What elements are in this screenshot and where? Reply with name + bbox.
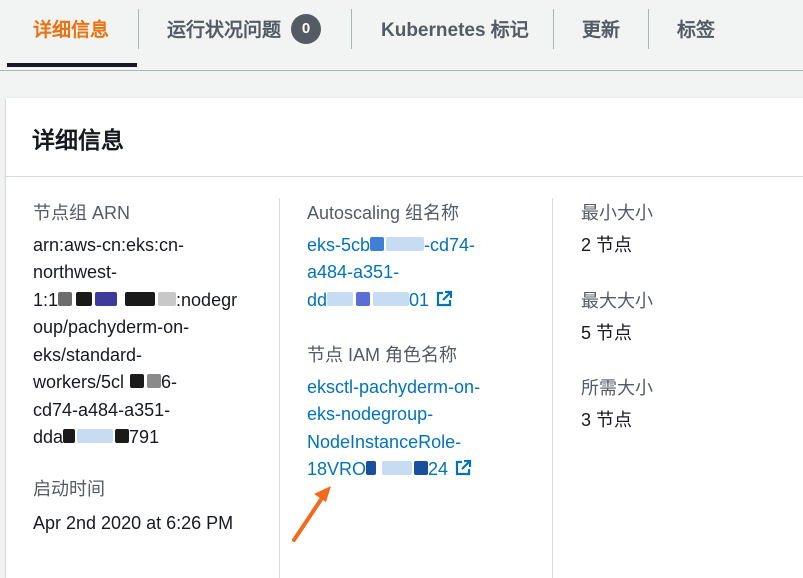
node-iam-role-link[interactable]: eksctl-pachyderm-on- eks-nodegroup- Node… [307, 374, 547, 484]
tab-divider [648, 9, 649, 49]
redaction-mark [356, 291, 371, 306]
tab-updates[interactable]: 更新 [582, 0, 620, 57]
redaction-mark [386, 236, 425, 251]
arn-line: oup/pachyderm-on- [33, 317, 190, 337]
desired-size-label: 所需大小 [581, 378, 653, 398]
tab-divider [351, 9, 352, 49]
arn-segment: dda [33, 427, 64, 447]
asg-segment: 01 [409, 289, 430, 310]
arn-line: cd74-a484-a351- [33, 399, 171, 420]
min-size-field: 最小大小 2 节点 [581, 200, 781, 259]
arn-segment: 1:1 [33, 289, 59, 310]
redaction-mark [77, 429, 114, 443]
tab-divider [138, 9, 139, 49]
tab-divider [553, 9, 554, 49]
autoscaling-group-field: Autoscaling 组名称 eks-5cb -cd74- a484-a351-… [307, 200, 537, 314]
autoscaling-group-link[interactable]: eks-5cb -cd74- a484-a351- dd 01 [307, 232, 537, 315]
asg-segment: -cd74- [424, 234, 476, 255]
column-divider [279, 198, 280, 578]
redaction-mark [158, 291, 177, 306]
redaction-mark [373, 291, 410, 306]
tab-kubernetes-labels-label: Kubernetes 标记 [381, 20, 529, 41]
arn-line: eks/standard- [33, 344, 143, 365]
card-header: 详细信息 [6, 98, 803, 177]
nodegroup-arn-value: arn:aws-cn:eks:cn- northwest- 1:1 :nodegr… [33, 232, 263, 452]
redaction-mark [327, 291, 354, 306]
role-line: NodeInstanceRole- [307, 431, 462, 452]
redaction-mark [95, 291, 118, 306]
redaction-mark [370, 236, 385, 251]
arn-line: northwest- [33, 262, 118, 282]
tab-details[interactable]: 详细信息 [33, 0, 109, 57]
nodegroup-arn-field: 节点组 ARN arn:aws-cn:eks:cn- northwest- 1:… [33, 200, 263, 452]
tab-tags-label: 标签 [677, 20, 716, 41]
autoscaling-group-label: Autoscaling 组名称 [307, 203, 460, 223]
asg-line: dd 01 [307, 287, 537, 315]
desired-size-field: 所需大小 3 节点 [581, 375, 781, 434]
card-title: 详细信息 [32, 127, 124, 153]
arn-segment: workers/5cl [33, 372, 125, 392]
arn-segment: :nodegr [176, 289, 238, 310]
desired-size-value: 3 节点 [581, 409, 633, 430]
asg-segment: dd [307, 289, 328, 310]
arn-line: dda 791 [33, 424, 263, 452]
tab-updates-label: 更新 [582, 20, 621, 41]
redaction-mark [76, 291, 93, 306]
redaction-mark [63, 429, 76, 443]
role-segment: 18VRO [307, 459, 367, 479]
details-card: 详细信息 节点组 ARN arn:aws-cn:eks:cn- northwes… [6, 98, 803, 578]
arn-segment: 6- [161, 372, 178, 392]
asg-line: a484-a351- [307, 262, 400, 282]
external-link-icon[interactable] [435, 290, 453, 308]
tab-health-issues[interactable]: 运行状况问题 0 [167, 0, 322, 57]
created-time-field: 启动时间 Apr 2nd 2020 at 6:26 PM [33, 476, 273, 537]
tab-kubernetes-labels[interactable]: Kubernetes 标记 [381, 0, 529, 57]
asg-segment: eks-5cb [307, 234, 371, 255]
redaction-mark [125, 291, 156, 306]
arn-line: arn:aws-cn:eks:cn- [33, 234, 185, 255]
max-size-field: 最大大小 5 节点 [581, 288, 781, 347]
redaction-mark [147, 374, 162, 388]
max-size-label: 最大大小 [581, 291, 653, 311]
redaction-mark [115, 429, 130, 443]
external-link-icon[interactable] [454, 459, 472, 477]
arn-line: 1:1 :nodegr [33, 287, 263, 315]
created-time-value: Apr 2nd 2020 at 6:26 PM [33, 512, 234, 533]
role-segment: 24 [428, 459, 449, 479]
redaction-mark [366, 461, 377, 475]
tab-bar: 详细信息 运行状况问题 0 Kubernetes 标记 更新 标签 [0, 0, 803, 71]
min-size-label: 最小大小 [581, 203, 653, 223]
health-issues-count-badge: 0 [291, 13, 322, 44]
role-line: 18VRO 24 [307, 456, 547, 484]
role-line: eks-nodegroup- [307, 404, 434, 424]
node-iam-role-field: 节点 IAM 角色名称 eksctl-pachyderm-on- eks-nod… [307, 342, 547, 484]
min-size-value: 2 节点 [581, 234, 633, 255]
nodegroup-arn-label: 节点组 ARN [33, 203, 131, 223]
created-time-label: 启动时间 [33, 479, 105, 499]
redaction-mark [414, 461, 429, 475]
redaction-mark [130, 374, 145, 388]
asg-line: eks-5cb -cd74- [307, 232, 537, 260]
arn-segment: 791 [129, 427, 160, 447]
column-divider [552, 198, 553, 578]
role-line: eksctl-pachyderm-on- [307, 376, 481, 397]
node-iam-role-label: 节点 IAM 角色名称 [307, 345, 458, 365]
max-size-value: 5 节点 [581, 322, 633, 343]
annotation-arrow-icon [292, 486, 331, 542]
tab-health-issues-label: 运行状况问题 [167, 20, 282, 41]
arn-line: workers/5cl 6- [33, 369, 263, 397]
tab-details-label: 详细信息 [33, 20, 110, 41]
active-tab-indicator [7, 63, 137, 67]
tab-tags[interactable]: 标签 [677, 0, 715, 57]
redaction-mark [58, 291, 73, 306]
redaction-mark [382, 461, 413, 475]
